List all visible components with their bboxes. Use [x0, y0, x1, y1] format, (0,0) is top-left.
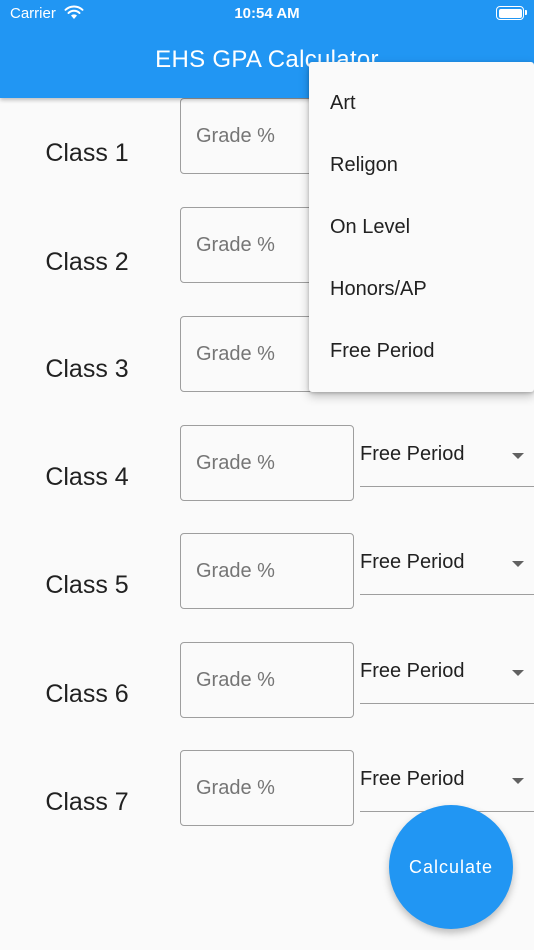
menu-item-art[interactable]: Art [309, 72, 534, 134]
dropdown-selected-value: Free Period [360, 443, 465, 465]
calculate-button[interactable]: Calculate [389, 805, 513, 929]
class-label: Class 2 [45, 248, 129, 276]
class-type-dropdown-5[interactable]: Free Period [360, 533, 534, 595]
class-label: Class 5 [45, 571, 129, 599]
menu-item-religion[interactable]: Religon [309, 134, 534, 196]
class-type-dropdown-menu: Art Religon On Level Honors/AP Free Peri… [309, 62, 534, 392]
class-row-4: Class 4 Free Period [0, 425, 534, 525]
grade-input-class-7[interactable] [180, 750, 354, 826]
battery-icon [496, 6, 527, 20]
class-label: Class 6 [45, 680, 129, 708]
caret-down-icon [512, 778, 524, 784]
caret-down-icon [512, 561, 524, 567]
grade-input-class-4[interactable] [180, 425, 354, 501]
status-bar: Carrier 10:54 AM [0, 0, 534, 28]
class-label: Class 1 [45, 139, 129, 167]
status-time: 10:54 AM [234, 5, 300, 22]
grade-input-class-6[interactable] [180, 642, 354, 718]
class-row-6: Class 6 Free Period [0, 642, 534, 742]
class-type-dropdown-4[interactable]: Free Period [360, 425, 534, 487]
class-label: Class 4 [45, 463, 129, 491]
class-label: Class 3 [45, 355, 129, 383]
dropdown-selected-value: Free Period [360, 551, 465, 573]
menu-item-free-period[interactable]: Free Period [309, 320, 534, 382]
dropdown-selected-value: Free Period [360, 768, 465, 790]
dropdown-selected-value: Free Period [360, 660, 465, 682]
class-label: Class 7 [45, 788, 129, 816]
class-row-5: Class 5 Free Period [0, 533, 534, 633]
caret-down-icon [512, 670, 524, 676]
grade-input-class-5[interactable] [180, 533, 354, 609]
class-type-dropdown-6[interactable]: Free Period [360, 642, 534, 704]
class-type-dropdown-7[interactable]: Free Period [360, 750, 534, 812]
menu-item-honors-ap[interactable]: Honors/AP [309, 258, 534, 320]
menu-item-on-level[interactable]: On Level [309, 196, 534, 258]
caret-down-icon [512, 453, 524, 459]
